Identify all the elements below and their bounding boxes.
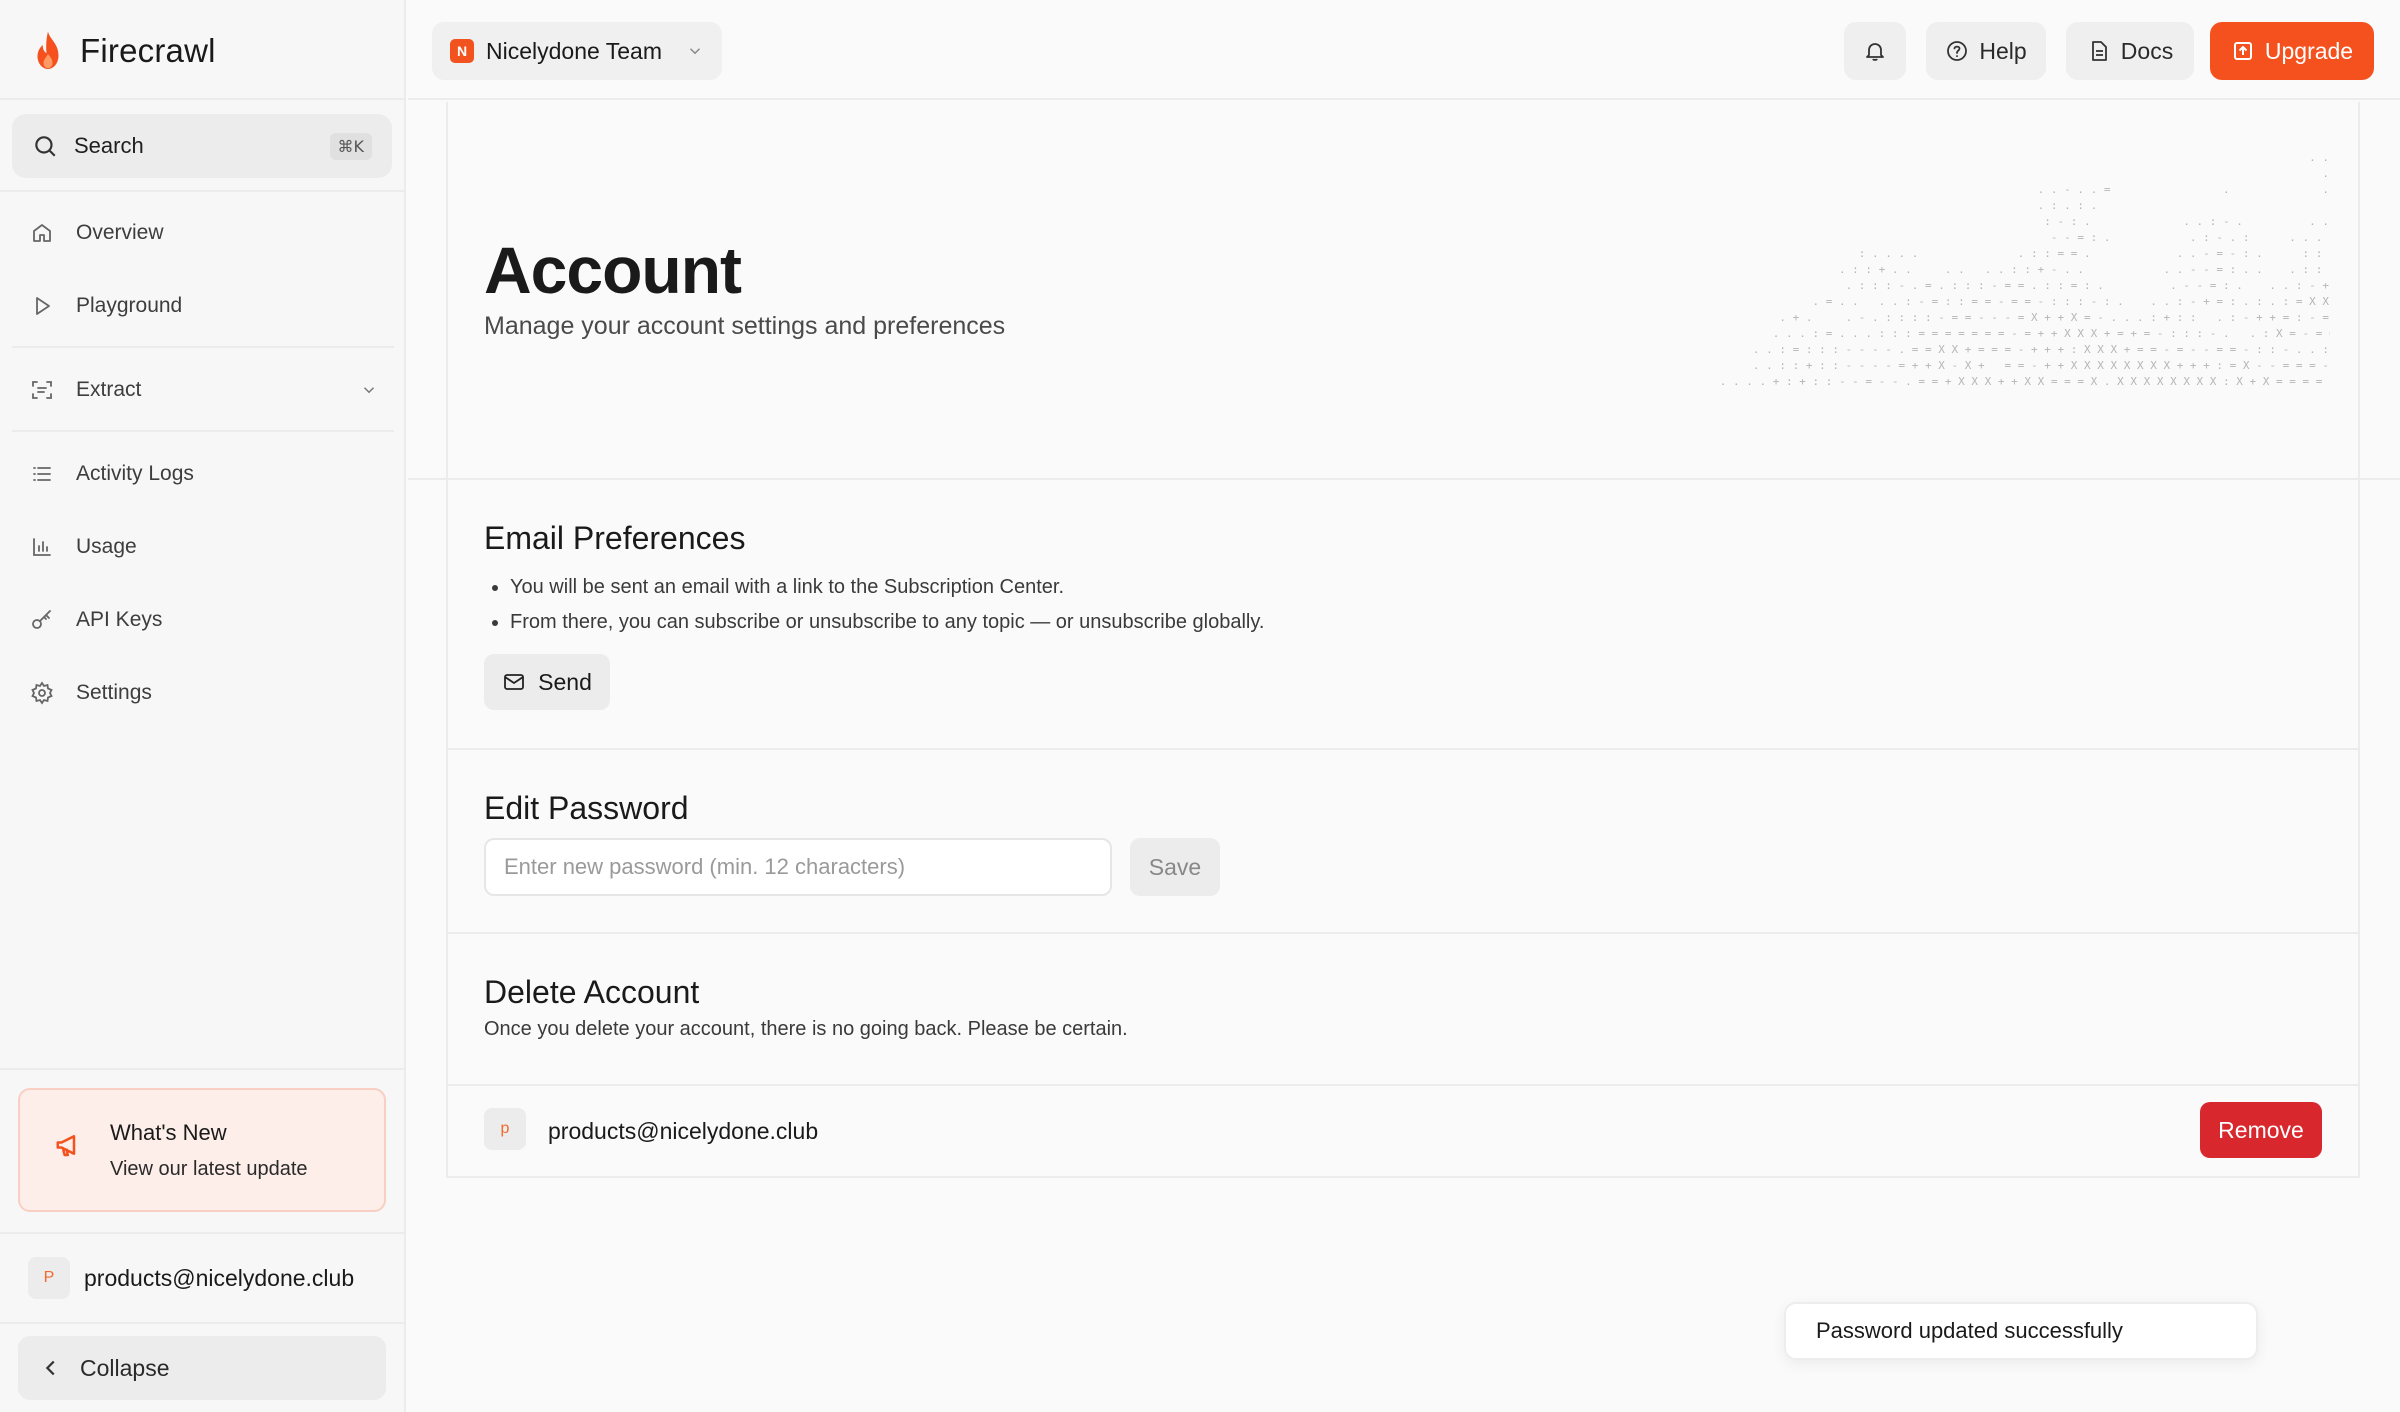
sidebar: Firecrawl Search ⌘K Overview Playground … [0,0,406,1412]
sidebar-item-activity-logs[interactable]: Activity Logs [12,446,392,502]
account-member-row: p products@nicelydone.club Remove [446,1084,2360,1178]
top-bar: N Nicelydone Team Help Docs Upgrade [408,0,2400,100]
sidebar-item-settings[interactable]: Settings [12,665,392,721]
member-email: products@nicelydone.club [548,1118,819,1144]
upgrade-button[interactable]: Upgrade [2210,22,2374,80]
brand-name: Firecrawl [80,32,216,69]
user-email: products@nicelydone.club [84,1264,355,1291]
docs-label: Docs [2120,37,2174,64]
divider [0,1068,406,1070]
collapse-label: Collapse [80,1354,170,1381]
team-switcher[interactable]: N Nicelydone Team [432,22,722,80]
home-icon [28,219,56,247]
search-label: Search [74,133,144,158]
chevron-down-icon [689,48,701,55]
ascii-art-decoration: . . . . . . . . . - . . = . [1719,151,2330,388]
remove-button[interactable]: Remove [2200,1102,2322,1158]
search-button[interactable]: Search ⌘K [12,114,392,178]
send-button[interactable]: Send [484,654,610,710]
divider [446,932,2360,934]
notifications-button[interactable] [1844,22,1906,80]
toast-notification: Password updated successfully [1784,1302,2258,1360]
remove-label: Remove [2218,1116,2304,1143]
upgrade-icon [2233,42,2252,60]
divider [446,748,2360,750]
save-password-button[interactable]: Save [1130,838,1220,896]
sidebar-item-usage[interactable]: Usage [12,519,392,575]
avatar: p [484,1108,526,1150]
chevron-left-icon [45,1360,55,1376]
delete-account-title: Delete Account [484,974,700,1010]
divider [0,190,406,192]
whats-new-card[interactable]: What's New View our latest update [18,1088,386,1212]
sidebar-item-label: Playground [76,294,183,317]
divider [12,346,394,348]
bell-icon [1866,43,1884,61]
upgrade-label: Upgrade [2264,37,2354,64]
sidebar-item-playground[interactable]: Playground [12,278,392,334]
delete-account-description: Once you delete your account, there is n… [484,1018,1128,1040]
sidebar-item-label: Overview [76,221,164,244]
user-account[interactable]: P products@nicelydone.club [28,1256,354,1300]
document-icon [2091,41,2107,61]
sidebar-item-api-keys[interactable]: API Keys [12,592,392,648]
list-item: You will be sent an email with a link to… [484,570,1264,605]
list-icon [28,460,56,488]
new-password-field[interactable] [484,838,1112,896]
team-badge: N [450,39,474,63]
team-name: Nicelydone Team [486,37,663,64]
play-icon [28,292,56,320]
divider [0,1232,406,1234]
gear-icon [28,679,56,707]
divider [12,430,394,432]
list-item: From there, you can subscribe or unsubsc… [484,605,1264,640]
search-shortcut: ⌘K [329,132,372,160]
help-label: Help [1979,37,2027,64]
email-preferences-list: You will be sent an email with a link to… [484,570,1264,640]
whats-new-subtitle: View our latest update [110,1158,308,1180]
brand[interactable]: Firecrawl [30,28,216,74]
sidebar-item-overview[interactable]: Overview [12,205,392,261]
sidebar-item-label: Extract [76,378,142,401]
search-icon [35,136,56,157]
sidebar-item-label: Settings [76,681,152,704]
megaphone-icon [56,1135,76,1157]
sidebar-item-label: API Keys [76,608,163,631]
help-circle-icon [1947,41,1968,61]
mail-icon [504,674,525,690]
key-icon [28,606,56,634]
help-button[interactable]: Help [1926,22,2046,80]
sidebar-item-label: Usage [76,535,137,558]
chevron-down-icon [363,387,375,394]
page-title: Account [484,233,742,307]
toast-message: Password updated successfully [1816,1318,2123,1343]
email-preferences-title: Email Preferences [484,520,746,556]
bar-chart-icon [28,533,56,561]
sidebar-item-label: Activity Logs [76,462,194,485]
divider [0,1322,406,1324]
send-label: Send [538,668,592,695]
divider [408,478,2400,480]
extract-icon [28,376,56,404]
save-label: Save [1148,853,1202,880]
avatar: P [28,1257,70,1299]
whats-new-title: What's New [110,1120,227,1145]
edit-password-title: Edit Password [484,790,689,826]
flame-logo-icon [37,31,59,69]
collapse-button[interactable]: Collapse [18,1336,386,1400]
page-subtitle: Manage your account settings and prefere… [484,312,1006,340]
sidebar-item-extract[interactable]: Extract [12,362,392,418]
docs-button[interactable]: Docs [2066,22,2194,80]
divider [0,98,406,100]
